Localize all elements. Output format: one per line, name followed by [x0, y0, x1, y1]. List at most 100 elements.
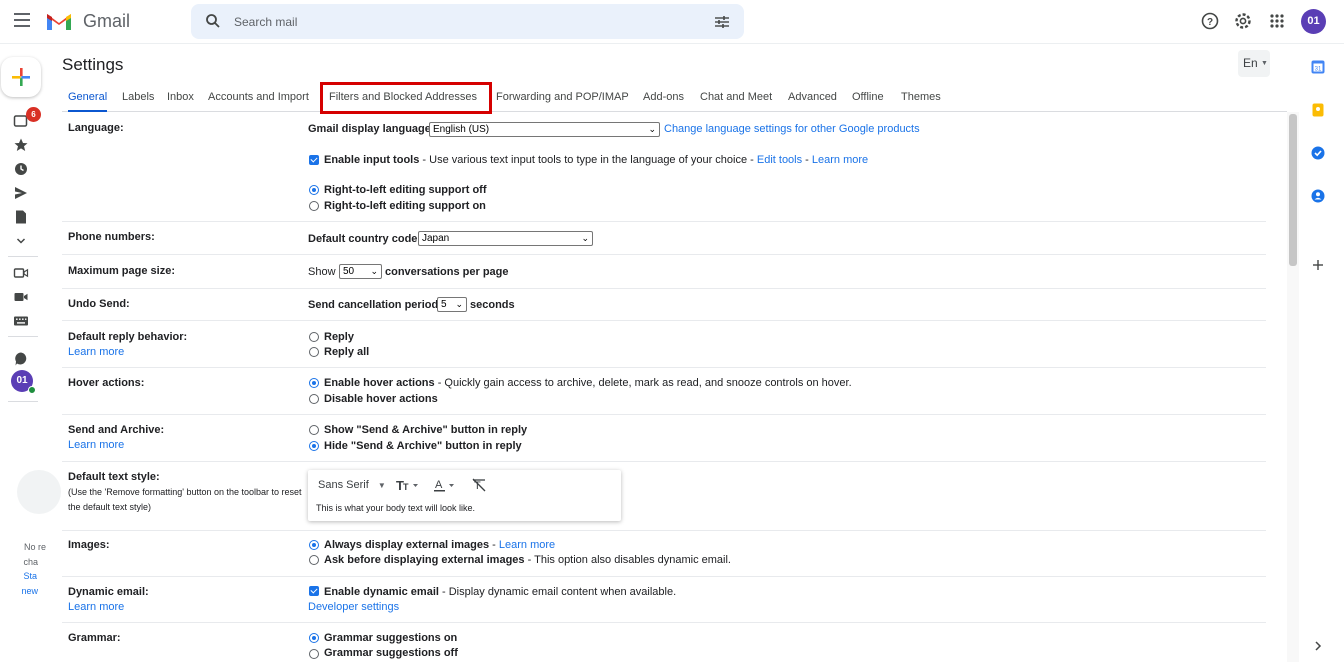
star-icon[interactable] — [13, 137, 29, 153]
always-display-images-radio[interactable] — [309, 540, 319, 550]
hover-actions-label: Hover actions: — [68, 377, 145, 389]
keyboard-icon[interactable] — [13, 313, 29, 329]
show-send-archive-option: Show "Send & Archive" button in reply — [324, 424, 528, 436]
tasks-icon[interactable] — [1310, 145, 1326, 161]
add-addon-icon[interactable] — [1310, 257, 1326, 273]
chevron-down-icon[interactable] — [13, 233, 29, 249]
row-divider — [62, 288, 1266, 289]
scrollbar[interactable] — [1287, 112, 1299, 662]
input-tools-checkbox[interactable] — [309, 155, 319, 165]
reply-all-radio[interactable] — [309, 347, 319, 357]
disable-hover-radio[interactable] — [309, 394, 319, 404]
tab-filters-and-blocked-addresses[interactable]: Filters and Blocked Addresses — [329, 91, 477, 103]
unread-badge: 6 — [26, 107, 41, 122]
draft-icon[interactable] — [13, 209, 29, 225]
start-chat-link[interactable]: Sta — [0, 571, 37, 581]
start-chat-link[interactable]: new — [0, 586, 38, 596]
cancellation-period-suffix: seconds — [470, 299, 515, 311]
tab-themes[interactable]: Themes — [901, 91, 941, 103]
send-archive-learn-more-link[interactable]: Learn more — [68, 439, 124, 451]
enable-hover-radio[interactable] — [309, 378, 319, 388]
send-icon[interactable] — [13, 185, 29, 201]
gmail-logo[interactable] — [45, 10, 73, 32]
row-divider — [62, 530, 1266, 531]
dynamic-email-checkbox[interactable] — [309, 586, 319, 596]
row-divider — [62, 414, 1266, 415]
calendar-icon[interactable]: 31 — [1310, 59, 1326, 75]
chevron-right-icon[interactable] — [1310, 638, 1326, 654]
dynamic-email-desc: - Display dynamic email content when ava… — [438, 586, 677, 598]
new-meeting-icon[interactable] — [13, 265, 29, 281]
search-input[interactable] — [234, 12, 694, 31]
font-family-dropdown[interactable]: Sans Serif ▼ — [318, 479, 386, 491]
tab-chat-and-meet[interactable]: Chat and Meet — [700, 91, 772, 103]
grammar-on-radio[interactable] — [309, 633, 319, 643]
gear-icon[interactable] — [1233, 11, 1253, 31]
keep-icon[interactable] — [1310, 102, 1326, 118]
account-avatar[interactable]: 01 — [1301, 9, 1326, 34]
tab-advanced[interactable]: Advanced — [788, 91, 837, 103]
grammar-on-option: Grammar suggestions on — [324, 632, 458, 644]
developer-settings-link[interactable]: Developer settings — [308, 601, 399, 613]
dynamic-email-learn-more-link[interactable]: Learn more — [68, 601, 124, 613]
svg-text:T: T — [403, 482, 409, 492]
page-title: Settings — [62, 55, 124, 74]
chat-bubble-icon[interactable] — [13, 351, 29, 367]
grammar-label: Grammar: — [68, 632, 121, 644]
rtl-off-radio[interactable] — [309, 185, 319, 195]
page-size-suffix: conversations per page — [385, 266, 509, 278]
show-send-archive-radio[interactable] — [309, 425, 319, 435]
page-size-select[interactable]: 50 ⌄ — [339, 264, 382, 279]
plus-icon — [12, 68, 30, 86]
learn-more-link[interactable]: Learn more — [812, 154, 868, 166]
tab-accounts-and-import[interactable]: Accounts and Import — [208, 91, 309, 103]
caret-down-icon: ▼ — [377, 481, 386, 490]
input-tools-button[interactable]: En ▼ — [1238, 50, 1270, 77]
chevron-down-icon: ⌄ — [648, 124, 656, 134]
tab-forwarding-and-pop-imap[interactable]: Forwarding and POP/IMAP — [496, 91, 629, 103]
page-size-label: Maximum page size: — [68, 265, 175, 277]
rail-divider — [8, 256, 38, 257]
rail-divider — [8, 336, 38, 337]
tab-offline[interactable]: Offline — [852, 91, 884, 103]
rtl-on-radio[interactable] — [309, 201, 319, 211]
search-icon[interactable] — [205, 13, 221, 29]
enable-hover-desc: - Quickly gain access to archive, delete… — [434, 377, 852, 389]
tab-labels[interactable]: Labels — [122, 91, 154, 103]
contacts-icon[interactable] — [1310, 188, 1326, 204]
text-color-icon[interactable]: A — [433, 477, 457, 493]
reply-learn-more-link[interactable]: Learn more — [68, 346, 124, 358]
change-language-link[interactable]: Change language settings for other Googl… — [664, 123, 920, 135]
ask-before-images-radio[interactable] — [309, 555, 319, 565]
rtl-on-option: Right-to-left editing support on — [324, 200, 486, 212]
edit-tools-link[interactable]: Edit tools — [757, 154, 802, 166]
help-icon[interactable]: ? — [1200, 11, 1220, 31]
send-archive-label: Send and Archive: — [68, 424, 165, 436]
video-icon[interactable] — [13, 289, 29, 305]
clock-icon[interactable] — [13, 161, 29, 177]
input-tools-desc: - Use various text input tools to type i… — [419, 154, 757, 166]
images-learn-more-link[interactable]: Learn more — [499, 539, 555, 551]
row-divider — [62, 576, 1266, 577]
apps-icon[interactable] — [1267, 11, 1287, 31]
tab-inbox[interactable]: Inbox — [167, 91, 194, 103]
country-code-label: Default country code: — [308, 233, 422, 245]
country-code-select[interactable]: Japan ⌄ — [418, 231, 593, 246]
grammar-off-radio[interactable] — [309, 649, 319, 659]
caret-down-icon: ▼ — [1261, 60, 1268, 67]
country-code-value: Japan — [422, 233, 450, 244]
font-size-icon[interactable]: T T — [396, 477, 420, 493]
remove-formatting-icon[interactable]: T — [471, 477, 487, 493]
always-display-images-option: Always display external images — [324, 539, 490, 551]
cancellation-period-select[interactable]: 5 ⌄ — [437, 297, 467, 312]
search-options-icon[interactable] — [714, 15, 730, 29]
ask-before-images-option: Ask before displaying external images — [324, 554, 525, 566]
scrollbar-thumb[interactable] — [1289, 114, 1297, 266]
tab-add-ons[interactable]: Add-ons — [643, 91, 684, 103]
reply-radio[interactable] — [309, 332, 319, 342]
menu-icon[interactable] — [14, 13, 30, 27]
display-language-select[interactable]: English (US) ⌄ — [429, 122, 660, 137]
compose-button[interactable] — [1, 57, 41, 97]
tab-general[interactable]: General — [68, 91, 108, 112]
hide-send-archive-radio[interactable] — [309, 441, 319, 451]
